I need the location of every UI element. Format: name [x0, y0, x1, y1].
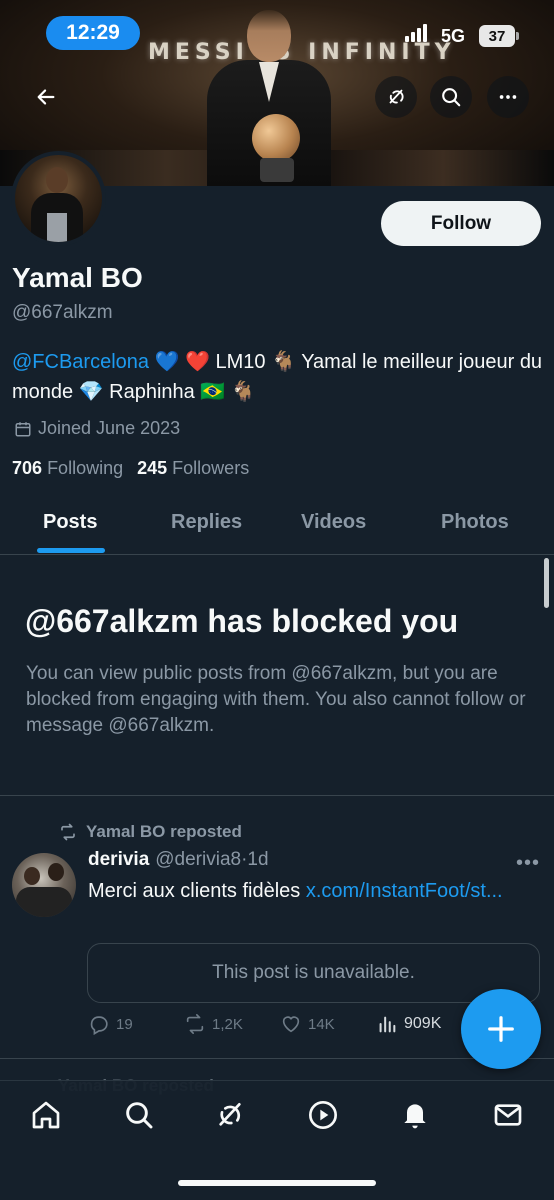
following-link[interactable]: 706 Following: [12, 458, 123, 479]
follow-button[interactable]: Follow: [381, 201, 541, 246]
tab-videos[interactable]: Videos: [301, 511, 366, 534]
retweet-icon: [186, 1014, 204, 1034]
views-button[interactable]: 909K: [376, 1013, 441, 1035]
blocked-message: You can view public posts from @667alkzm…: [26, 663, 526, 736]
following-label: Following: [47, 458, 124, 478]
heart-icon: [282, 1016, 300, 1033]
profile-tabs: Posts Replies Videos Photos: [0, 497, 554, 555]
more-icon: [499, 95, 517, 99]
tweet-header: derivia @derivia8·1d: [88, 849, 269, 871]
profile-bio: @FCBarcelona 💙 ❤️ LM10 🐐 Yamal le meille…: [12, 347, 546, 407]
tweet-actions: 19 1,2K 14K 909K: [88, 1013, 468, 1041]
tweet-author-handle[interactable]: @derivia8: [155, 849, 241, 870]
repost-icon: [61, 823, 75, 841]
joined-text: Joined June 2023: [38, 418, 181, 438]
tweet-author-name[interactable]: derivia: [88, 849, 149, 871]
plus-icon: [488, 1016, 514, 1042]
views-icon: [379, 1016, 396, 1033]
play-icon: [309, 1101, 337, 1129]
followers-label: Followers: [172, 458, 250, 478]
nav-grok[interactable]: [212, 1097, 248, 1133]
search-icon: [442, 88, 461, 107]
follow-stats: 706 Following 245 Followers: [12, 458, 249, 479]
calendar-icon: [15, 421, 31, 436]
nav-home[interactable]: [28, 1097, 64, 1133]
mail-icon: [494, 1104, 522, 1126]
tweet-more-icon[interactable]: •••: [516, 852, 540, 875]
search-icon: [126, 1102, 153, 1129]
retweet-count: 1,2K: [212, 1015, 243, 1033]
status-time: 12:29: [46, 16, 140, 50]
compose-button[interactable]: [461, 989, 541, 1069]
battery-indicator: 37: [479, 25, 519, 47]
blocked-title: @667alkzm has blocked you: [25, 603, 459, 639]
nav-search[interactable]: [121, 1097, 157, 1133]
home-icon: [32, 1101, 60, 1129]
grok-button[interactable]: [375, 76, 417, 118]
followers-count: 245: [137, 458, 168, 478]
followers-link[interactable]: 245 Followers: [137, 458, 249, 479]
tweet-body: Merci aux clients fidèles: [88, 880, 306, 902]
network-type: 5G: [441, 26, 466, 46]
following-count: 706: [12, 458, 43, 478]
profile-avatar[interactable]: [11, 151, 106, 246]
home-indicator[interactable]: [178, 1180, 376, 1186]
reply-button[interactable]: 19: [88, 1013, 133, 1035]
bio-emoji: 💙 ❤️: [149, 351, 216, 373]
joined-date: Joined June 2023: [14, 418, 180, 439]
divider: [0, 795, 554, 796]
tweet-author-avatar[interactable]: [12, 853, 76, 917]
reply-count: 19: [116, 1015, 133, 1033]
signal-icon: [405, 24, 429, 42]
like-button[interactable]: 14K: [280, 1013, 335, 1035]
scrollbar[interactable]: [544, 558, 549, 608]
unavailable-quote: This post is unavailable.: [87, 943, 540, 1003]
nav-video[interactable]: [305, 1097, 341, 1133]
tweet-text: Merci aux clients fidèles x.com/InstantF…: [88, 877, 528, 905]
divider: [0, 1058, 554, 1059]
retweet-button[interactable]: 1,2K: [184, 1013, 243, 1035]
more-button[interactable]: [487, 76, 529, 118]
tweet-time[interactable]: 1d: [247, 849, 268, 870]
banner-figure: [205, 6, 331, 186]
bio-mention-link[interactable]: @FCBarcelona: [12, 351, 149, 373]
active-tab-indicator: [37, 548, 105, 553]
bell-icon: [404, 1104, 426, 1129]
grok-icon: [219, 1103, 241, 1126]
tab-posts[interactable]: Posts: [43, 511, 97, 534]
repost-text[interactable]: Yamal BO reposted: [86, 822, 242, 842]
search-button[interactable]: [430, 76, 472, 118]
grok-icon: [389, 89, 404, 104]
display-name: Yamal BO: [12, 262, 143, 293]
back-button[interactable]: [25, 76, 67, 118]
view-count: 909K: [404, 1015, 442, 1032]
tweet-link[interactable]: x.com/InstantFoot/st...: [306, 880, 503, 902]
tab-replies[interactable]: Replies: [171, 511, 242, 534]
tab-photos[interactable]: Photos: [441, 511, 509, 534]
profile-handle: @667alkzm: [12, 302, 113, 323]
reply-icon: [90, 1016, 108, 1035]
back-arrow-icon: [37, 89, 55, 105]
nav-notifications[interactable]: [397, 1097, 433, 1133]
nav-messages[interactable]: [490, 1097, 526, 1133]
like-count: 14K: [308, 1015, 335, 1033]
repost-indicator: Yamal BO reposted: [58, 822, 242, 842]
